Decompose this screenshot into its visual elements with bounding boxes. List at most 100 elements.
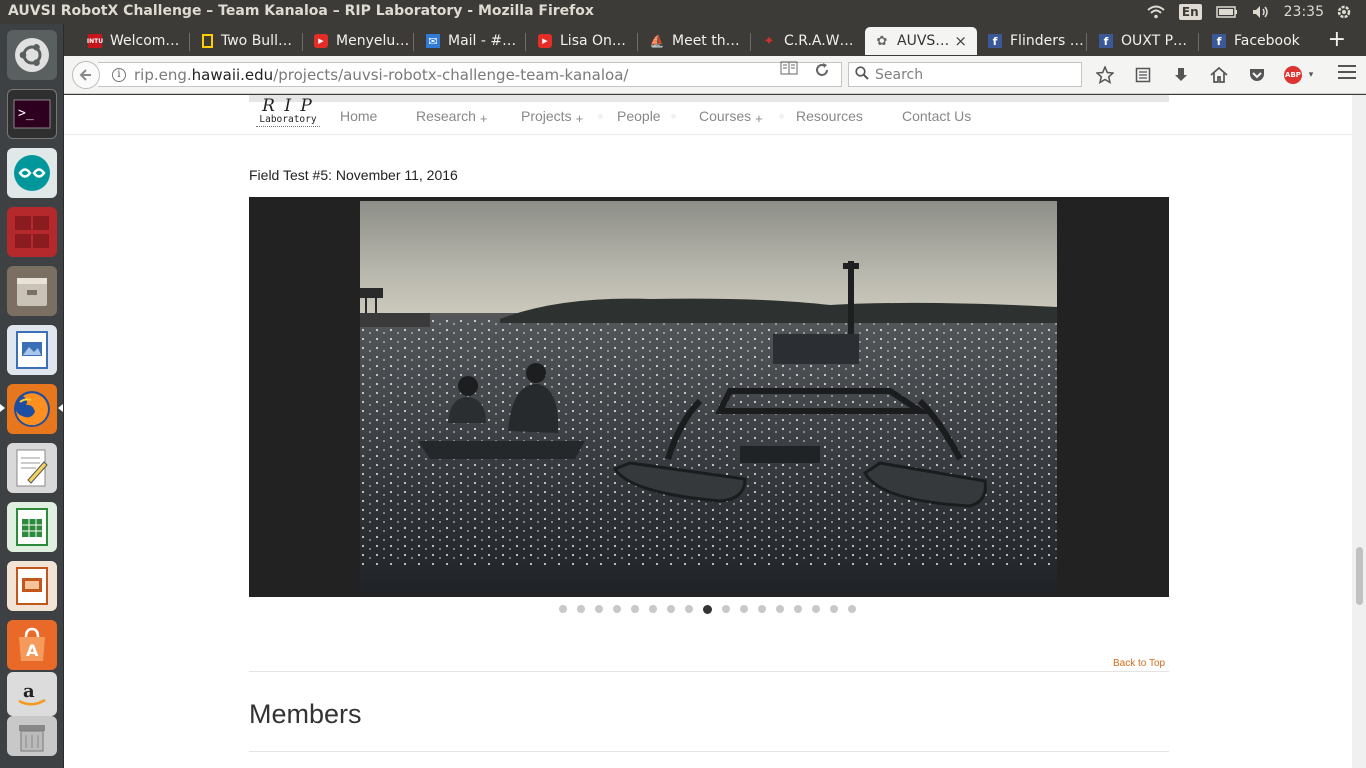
slide-caption: Field Test #5: November 11, 2016 [249, 167, 458, 183]
slider-dot[interactable] [595, 605, 603, 613]
slider-dot[interactable] [794, 605, 802, 613]
craw-favicon-icon: ✦ [763, 33, 775, 49]
nav-courses[interactable]: Courses + [699, 108, 763, 126]
pocket-icon[interactable] [1246, 64, 1268, 86]
rip-lab-logo[interactable]: R I P Laboratory [252, 97, 324, 133]
facebook-favicon-icon: f [988, 34, 1002, 48]
tab-divider [525, 33, 526, 51]
system-top-bar: AUVSI RobotX Challenge – Team Kanaloa – … [0, 0, 1366, 24]
scrollbar-thumb[interactable] [1356, 547, 1363, 605]
tab-label: Welcom… [110, 33, 180, 49]
files-icon[interactable] [7, 266, 57, 316]
libreoffice-draw-icon[interactable] [7, 325, 57, 375]
chevron-down-icon[interactable]: ▾ [1306, 64, 1316, 86]
text-editor-icon[interactable] [7, 443, 57, 493]
new-tab-button[interactable]: + [1328, 27, 1346, 53]
window-title: AUVSI RobotX Challenge – Team Kanaloa – … [8, 3, 594, 19]
browser-tab-strip: INTU Welcom… Two Bull… ▶ Menyelu… ✉ Mail… [64, 24, 1366, 56]
tab-divider [637, 33, 638, 51]
amazon-icon[interactable]: a [7, 672, 57, 716]
tab-craw[interactable]: ✦ C.R.A.W… [762, 27, 854, 55]
hamburger-menu-icon[interactable] [1338, 65, 1356, 83]
arduino-icon[interactable] [7, 148, 57, 198]
software-center-icon[interactable]: A [7, 620, 57, 670]
tab-meet-the[interactable]: ⛵ Meet th… [650, 27, 740, 55]
slider-dot[interactable] [613, 605, 621, 613]
slider-dot[interactable] [559, 605, 567, 613]
tab-two-bull[interactable]: Two Bull… [202, 27, 292, 55]
tab-facebook[interactable]: f Facebook [1212, 27, 1300, 55]
intu-favicon-icon: INTU [87, 34, 103, 48]
back-to-top-link[interactable]: Back to Top [1113, 658, 1165, 669]
search-input[interactable]: Search [848, 62, 1082, 87]
libreoffice-impress-icon[interactable] [7, 561, 57, 611]
slider-dot[interactable] [631, 605, 639, 613]
tab-auvsi-active[interactable]: ✿ AUVS… × [865, 27, 977, 55]
nav-home[interactable]: Home [340, 108, 377, 124]
nav-projects[interactable]: Projects + [521, 108, 584, 126]
slider-dot[interactable] [722, 605, 730, 613]
nav-research[interactable]: Research + [416, 108, 488, 126]
slider-dot[interactable] [577, 605, 585, 613]
nav-contact-us[interactable]: Contact Us [902, 108, 971, 124]
ubuntu-dash-icon[interactable] [7, 30, 57, 80]
browser-nav-bar: i rip.eng. hawaii.edu/projects/auvsi-robo… [64, 56, 1366, 94]
reload-icon[interactable] [814, 59, 830, 82]
slider-dot[interactable] [667, 605, 675, 613]
downloads-icon[interactable] [1170, 64, 1192, 86]
submenu-plus-icon: + [575, 111, 584, 126]
tab-ouxt[interactable]: f OUXT P… [1099, 27, 1187, 55]
logo-subtitle: Laboratory [259, 114, 317, 125]
clock[interactable]: 23:35 [1284, 4, 1324, 20]
wifi-icon[interactable] [1147, 5, 1165, 19]
svg-text:>_: >_ [18, 106, 34, 121]
mail-favicon-icon: ✉ [426, 34, 440, 48]
libreoffice-calc-icon[interactable] [7, 502, 57, 552]
site-info-icon[interactable]: i [112, 67, 126, 82]
nav-resources[interactable]: Resources [796, 108, 863, 124]
tab-menyelu[interactable]: ▶ Menyelu… [314, 27, 409, 55]
tab-welcome[interactable]: INTU Welcom… [87, 27, 180, 55]
tab-close-icon[interactable]: × [954, 32, 967, 50]
slider-dot[interactable] [685, 605, 693, 613]
tab-lisa-on[interactable]: ▶ Lisa On… [538, 27, 626, 55]
page-viewport: R I P Laboratory Home Research + Projects… [64, 95, 1352, 768]
power-gear-icon[interactable] [1336, 4, 1352, 20]
slider-dot[interactable] [740, 605, 748, 613]
terminal-icon[interactable]: >_ [7, 89, 57, 139]
url-path: /projects/auvsi-robotx-challenge-team-ka… [273, 65, 629, 84]
page-scrollbar[interactable] [1352, 95, 1366, 768]
slider-dot[interactable] [776, 605, 784, 613]
nav-people[interactable]: People [617, 108, 661, 124]
back-arrow-icon [79, 69, 91, 81]
reader-view-icon[interactable] [780, 61, 798, 79]
youtube-favicon-icon: ▶ [314, 34, 328, 48]
slider-dot[interactable] [758, 605, 766, 613]
tab-mail[interactable]: ✉ Mail - #… [426, 27, 516, 55]
workspace-switcher-icon[interactable] [7, 207, 57, 257]
running-indicator-left [0, 404, 5, 412]
keyboard-language-indicator[interactable]: En [1178, 4, 1202, 20]
back-button[interactable] [72, 61, 100, 89]
url-host: hawaii.edu [191, 65, 274, 84]
slider-dot[interactable] [812, 605, 820, 613]
tab-label: Lisa On… [560, 33, 626, 49]
slider-dot[interactable] [703, 605, 712, 614]
reading-list-icon[interactable] [1132, 64, 1154, 86]
url-bar[interactable]: i rip.eng. hawaii.edu/projects/auvsi-robo… [98, 62, 842, 87]
battery-icon[interactable] [1215, 6, 1238, 18]
home-icon[interactable] [1208, 64, 1230, 86]
slider-dot[interactable] [848, 605, 856, 613]
volume-icon[interactable] [1252, 5, 1270, 19]
tab-flinders[interactable]: f Flinders … [988, 27, 1084, 55]
adblock-plus-icon[interactable]: ABP [1284, 66, 1302, 84]
tab-divider [302, 33, 303, 51]
nav-research-label: Research [416, 108, 476, 124]
image-slider[interactable] [249, 197, 1169, 597]
trash-icon[interactable] [7, 716, 57, 756]
firefox-icon[interactable] [7, 384, 57, 434]
slider-dot[interactable] [649, 605, 657, 613]
slider-dot[interactable] [830, 605, 838, 613]
bookmark-star-icon[interactable] [1094, 64, 1116, 86]
field-test-photo [360, 201, 1057, 593]
